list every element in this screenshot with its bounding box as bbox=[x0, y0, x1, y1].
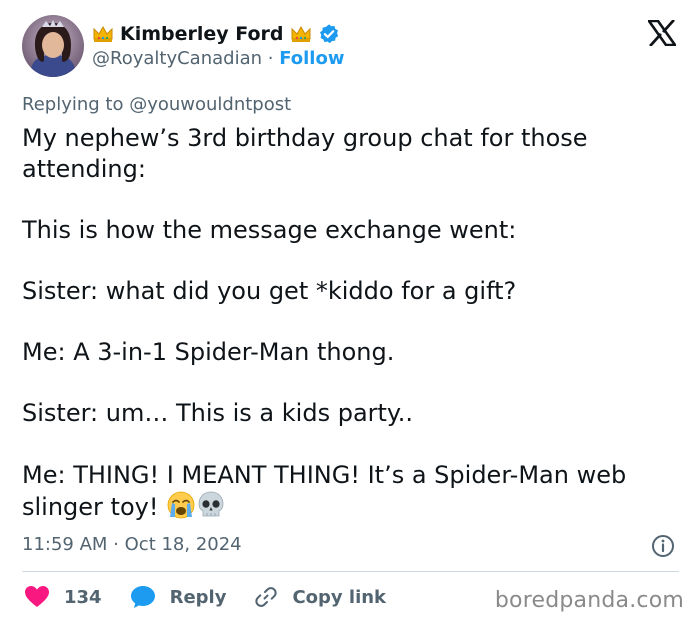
tweet-text: My nephew’s 3rd birthday group chat for … bbox=[22, 123, 682, 523]
link-icon bbox=[254, 585, 278, 609]
handle-row: @RoyaltyCanadian · Follow bbox=[92, 48, 344, 69]
tweet-date: Oct 18, 2024 bbox=[124, 534, 242, 555]
skull-emoji bbox=[196, 490, 226, 520]
x-logo-icon[interactable] bbox=[646, 19, 678, 47]
tweet-timestamp[interactable]: 11:59 AM · Oct 18, 2024 bbox=[22, 534, 242, 555]
handle-separator: · bbox=[262, 48, 280, 69]
reply-bubble-icon bbox=[130, 585, 156, 609]
heart-icon bbox=[24, 585, 50, 609]
replying-to[interactable]: Replying to @youwouldntpost bbox=[22, 94, 291, 115]
avatar[interactable] bbox=[22, 15, 84, 77]
name-row: Kimberley Ford bbox=[92, 20, 340, 48]
like-button[interactable]: 134 bbox=[24, 585, 130, 609]
tweet-line: My nephew’s 3rd birthday group chat for … bbox=[22, 124, 588, 183]
crown-icon bbox=[92, 24, 114, 44]
info-icon[interactable] bbox=[651, 534, 675, 558]
follow-button[interactable]: Follow bbox=[279, 48, 344, 69]
action-bar: 134 Reply Copy link bbox=[24, 584, 386, 610]
tweet-card: Kimberley Ford @RoyaltyCanadian · Follow bbox=[0, 0, 700, 624]
tweet-line: Me: THING! I MEANT THING! It’s a Spider-… bbox=[22, 460, 627, 522]
tweet-time: 11:59 AM bbox=[22, 534, 108, 555]
divider bbox=[22, 571, 679, 572]
meta-separator: · bbox=[107, 534, 125, 555]
user-handle[interactable]: @RoyaltyCanadian bbox=[92, 48, 262, 69]
reply-button[interactable]: Reply bbox=[130, 585, 255, 609]
tweet-line: Sister: what did you get *kiddo for a gi… bbox=[22, 276, 517, 305]
crown-icon bbox=[290, 24, 312, 44]
tweet-line: Me: A 3-in-1 Spider-Man thong. bbox=[22, 338, 395, 367]
reply-label: Reply bbox=[169, 586, 227, 608]
copy-link-label: Copy link bbox=[292, 586, 387, 608]
like-count: 134 bbox=[64, 586, 102, 608]
tweet-line-last: Me: THING! I MEANT THING! It’s a Spider-… bbox=[22, 460, 682, 523]
verified-badge-icon bbox=[318, 23, 340, 45]
tweet-line: This is how the message exchange went: bbox=[22, 215, 517, 244]
watermark: boredpanda.com bbox=[494, 588, 684, 613]
crying-face-emoji bbox=[166, 490, 196, 520]
display-name[interactable]: Kimberley Ford bbox=[120, 23, 284, 45]
tweet-line: Sister: um… This is a kids party.. bbox=[22, 399, 413, 428]
copy-link-button[interactable]: Copy link bbox=[254, 585, 386, 609]
